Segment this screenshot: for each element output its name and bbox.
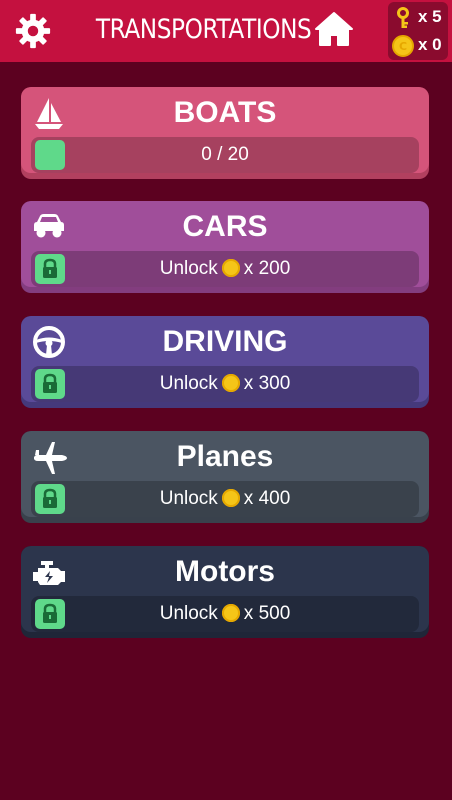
coin-icon [221,489,240,507]
category-title: Motors [175,555,275,588]
category-card-driving[interactable]: DRIVING Unlock x 300 [21,316,429,408]
coin-icon [221,604,240,622]
category-title: BOATS [173,96,277,129]
coin-icon [221,259,240,277]
category-title: Planes [176,440,274,473]
progress-bar: 0 / 20 [31,137,419,173]
coin-icon [221,374,240,392]
category-list: BOATS 0 / 20 CARS Unlock x 200 DRIVING U… [0,0,452,800]
unlock-button[interactable]: Unlock x 500 [31,596,419,632]
category-card-boats[interactable]: BOATS 0 / 20 [21,87,429,179]
unlock-button[interactable]: Unlock x 200 [31,251,419,287]
unlock-button[interactable]: Unlock x 400 [31,481,419,517]
category-card-cars[interactable]: CARS Unlock x 200 [21,201,429,293]
category-card-motors[interactable]: Motors Unlock x 500 [21,546,429,638]
category-title: CARS [182,210,268,243]
category-title: DRIVING [162,325,288,358]
category-card-planes[interactable]: Planes Unlock x 400 [21,431,429,523]
unlock-button[interactable]: Unlock x 300 [31,366,419,402]
progress-label: 0 / 20 [201,144,249,165]
